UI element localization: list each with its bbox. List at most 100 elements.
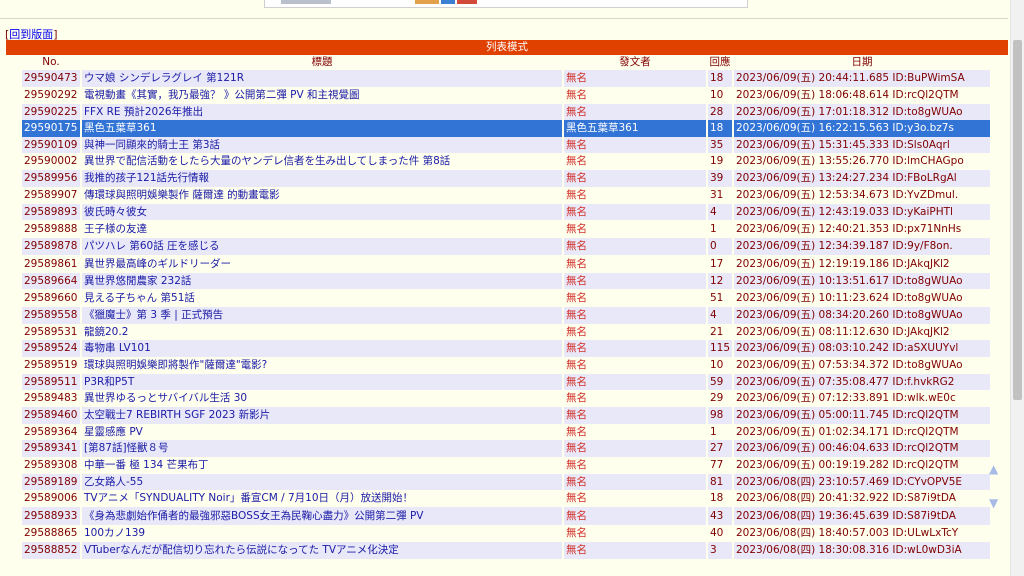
table-row: 29590292 電視動畫《其實，我乃最強？ 》公開第二彈 PV 和主視覺圖 無名 1… <box>22 87 990 104</box>
scrollbar-thumb[interactable] <box>1013 40 1022 400</box>
thread-title-link[interactable]: 100カノ139 <box>84 527 145 539</box>
thread-number: 29590292 <box>22 87 80 104</box>
thread-title-link[interactable]: 異世界で配信活動をしたら大量のヤンデレ信者を生み出してしまった件 第8話 <box>84 155 450 167</box>
thread-title-link[interactable]: ウマ娘 シンデレラグレイ 第121R <box>84 72 244 84</box>
thread-number: 29589531 <box>22 324 80 340</box>
top-banner-ad[interactable] <box>264 0 748 8</box>
thread-title-cell: 龍鏡20.2 <box>82 324 562 340</box>
thread-title-link[interactable]: VTuberなんだが配信切り忘れたら伝説になってた TVアニメ化決定 <box>84 544 399 556</box>
table-row: 29589660 見える子ちゃん 第51話 無名 51 2023/06/09(五) 10… <box>22 289 990 307</box>
post-date: 2023/06/09(五) 08:03:10.242 ID:aSXUUYvl <box>734 340 990 357</box>
reply-count: 1 <box>708 424 732 440</box>
thread-number: 29589907 <box>22 187 80 204</box>
reply-count: 27 <box>708 440 732 457</box>
thread-title-link[interactable]: 彼氏時々彼女 <box>84 206 147 218</box>
thread-title-link[interactable]: TVアニメ「SYNDUALITY Noir」番宣CM / 7月10日（月）放送開… <box>84 492 413 504</box>
reply-count: 10 <box>708 357 732 374</box>
thread-title-cell: 100カノ139 <box>82 525 562 542</box>
thread-title-cell: 電視動畫《其實，我乃最強？ 》公開第二彈 PV 和主視覺圖 <box>82 87 562 104</box>
thread-list-table: No. 標題 發文者 回應 日期 29590473 ウマ娘 シンデレラグレイ 第1… <box>20 55 992 559</box>
post-date: 2023/06/09(五) 08:34:20.260 ID:to8gWUAo <box>734 307 990 324</box>
post-date: 2023/06/09(五) 07:12:33.891 ID:wlk.wE0c <box>734 390 990 407</box>
thread-title-link[interactable]: 星靈感應 PV <box>84 426 143 438</box>
post-date: 2023/06/09(五) 10:13:51.617 ID:to8gWUAo <box>734 273 990 289</box>
scrollbar[interactable] <box>1010 0 1024 576</box>
reply-count: 43 <box>708 507 732 525</box>
thread-title-link[interactable]: 電視動畫《其實，我乃最強？ 》公開第二彈 PV 和主視覺圖 <box>84 89 360 101</box>
thread-title-link[interactable]: 與神一同顯來的騎士王 第3話 <box>84 139 220 151</box>
thread-title-link[interactable]: 《身為悲劇始作俑者的最強邪惡BOSS女王為民鞠心盡力》公開第二彈 PV <box>84 510 423 522</box>
thread-author: 無名 <box>564 70 706 87</box>
thread-title-cell: 見える子ちゃん 第51話 <box>82 289 562 307</box>
thread-title-link[interactable]: 異世界ゆるっとサバイバル生活 30 <box>84 392 247 404</box>
divider <box>0 18 1008 19</box>
reply-count: 77 <box>708 457 732 474</box>
reply-count: 19 <box>708 153 732 170</box>
table-row: 29589341 [第87話]怪獸８号 無名 27 2023/06/09(五) 00:4… <box>22 440 990 457</box>
thread-title-link[interactable]: 異世界悠閒農家 232話 <box>84 275 191 287</box>
thread-title-cell: 星靈感應 PV <box>82 424 562 440</box>
thread-author: 無名 <box>564 170 706 187</box>
table-row: 29589308 中華一番 極 134 芒果布丁 無名 77 2023/06/09(五)… <box>22 457 990 474</box>
thread-author: 無名 <box>564 220 706 238</box>
thread-author: 無名 <box>564 324 706 340</box>
thread-title-link[interactable]: 乙女路人-55 <box>84 476 143 488</box>
thread-title-link[interactable]: パツハレ 第60話 圧を感じる <box>84 240 220 252</box>
table-row: 29589460 太空戰士7 REBIRTH SGF 2023 新影片 無名 98 20… <box>22 407 990 424</box>
thread-number: 29589893 <box>22 204 80 220</box>
table-row: 29589893 彼氏時々彼女 無名 4 2023/06/09(五) 12:43:19.… <box>22 204 990 220</box>
thread-author: 無名 <box>564 440 706 457</box>
table-row: 29590175 黑色五葉草361 黑色五葉草361 18 2023/06/09(五) … <box>22 120 990 137</box>
thread-number: 29589483 <box>22 390 80 407</box>
thread-title-cell: 太空戰士7 REBIRTH SGF 2023 新影片 <box>82 407 562 424</box>
thread-title-cell: [第87話]怪獸８号 <box>82 440 562 457</box>
post-date: 2023/06/09(五) 12:53:34.673 ID:YvZDmul. <box>734 187 990 204</box>
column-header-title: 標題 <box>311 56 333 68</box>
thread-title-link[interactable]: 黑色五葉草361 <box>84 122 157 134</box>
post-date: 2023/06/09(五) 12:19:19.186 ID:JAkqJKl2 <box>734 255 990 273</box>
reply-count: 12 <box>708 273 732 289</box>
thread-author: 無名 <box>564 390 706 407</box>
reply-count: 21 <box>708 324 732 340</box>
thread-author: 無名 <box>564 474 706 490</box>
thread-title-link[interactable]: 傳環球與照明娛樂製作 薩爾達 的動畫電影 <box>84 189 280 201</box>
table-row: 29589519 環球與照明娛樂即將製作"薩爾達"電影? 無名 10 2023/06/0… <box>22 357 990 374</box>
thread-author: 無名 <box>564 490 706 507</box>
thread-title-link[interactable]: P3R和P5T <box>84 376 134 388</box>
thread-title-link[interactable]: 太空戰士7 REBIRTH SGF 2023 新影片 <box>84 409 270 421</box>
thread-title-link[interactable]: 龍鏡20.2 <box>84 326 128 338</box>
thread-title-link[interactable]: 《獵魔士》第 3 季 | 正式預告 <box>84 309 223 321</box>
post-date: 2023/06/09(五) 12:34:39.187 ID:9y/F8on. <box>734 238 990 255</box>
scroll-up-arrow-icon[interactable]: ▲ <box>989 463 998 475</box>
thread-title-link[interactable]: 異世界最高峰のギルドリーダー <box>84 258 231 270</box>
thread-title-link[interactable]: 中華一番 極 134 芒果布丁 <box>84 459 209 471</box>
thread-number: 29588865 <box>22 525 80 542</box>
thread-author: 黑色五葉草361 <box>564 120 706 137</box>
column-header-author: 發文者 <box>619 56 651 68</box>
thread-title-link[interactable]: FFX RE 預計2026年推出 <box>84 106 203 118</box>
reply-count: 0 <box>708 238 732 255</box>
post-date: 2023/06/09(五) 13:55:26.770 ID:lmCHAGpo <box>734 153 990 170</box>
thread-title-cell: P3R和P5T <box>82 374 562 390</box>
banner-image-segment <box>415 0 439 4</box>
thread-title-link[interactable]: 王子様の友達 <box>84 223 147 235</box>
thread-number: 29588852 <box>22 542 80 559</box>
thread-title-cell: 《獵魔士》第 3 季 | 正式預告 <box>82 307 562 324</box>
thread-number: 29589861 <box>22 255 80 273</box>
thread-title-link[interactable]: 毒物串 LV101 <box>84 342 151 354</box>
thread-title-cell: 我推的孩子121話先行情報 <box>82 170 562 187</box>
post-date: 2023/06/09(五) 05:00:11.745 ID:rcQl2QTM <box>734 407 990 424</box>
thread-title-cell: 《身為悲劇始作俑者的最強邪惡BOSS女王為民鞠心盡力》公開第二彈 PV <box>82 507 562 525</box>
scroll-down-arrow-icon[interactable]: ▼ <box>989 497 998 509</box>
thread-author: 無名 <box>564 407 706 424</box>
table-row: 29590109 與神一同顯來的騎士王 第3話 無名 35 2023/06/09(五) … <box>22 137 990 153</box>
thread-title-link[interactable]: 環球與照明娛樂即將製作"薩爾達"電影? <box>84 359 267 371</box>
thread-title-link[interactable]: 見える子ちゃん 第51話 <box>84 292 195 304</box>
reply-count: 18 <box>708 70 732 87</box>
thread-title-link[interactable]: 我推的孩子121話先行情報 <box>84 172 209 184</box>
table-row: 29589511 P3R和P5T 無名 59 2023/06/09(五) 07:35:0… <box>22 374 990 390</box>
reply-count: 4 <box>708 307 732 324</box>
table-row: 29589531 龍鏡20.2 無名 21 2023/06/09(五) 08:11:12… <box>22 324 990 340</box>
post-date: 2023/06/09(五) 17:01:18.312 ID:to8gWUAo <box>734 104 990 120</box>
thread-title-link[interactable]: [第87話]怪獸８号 <box>84 442 169 454</box>
